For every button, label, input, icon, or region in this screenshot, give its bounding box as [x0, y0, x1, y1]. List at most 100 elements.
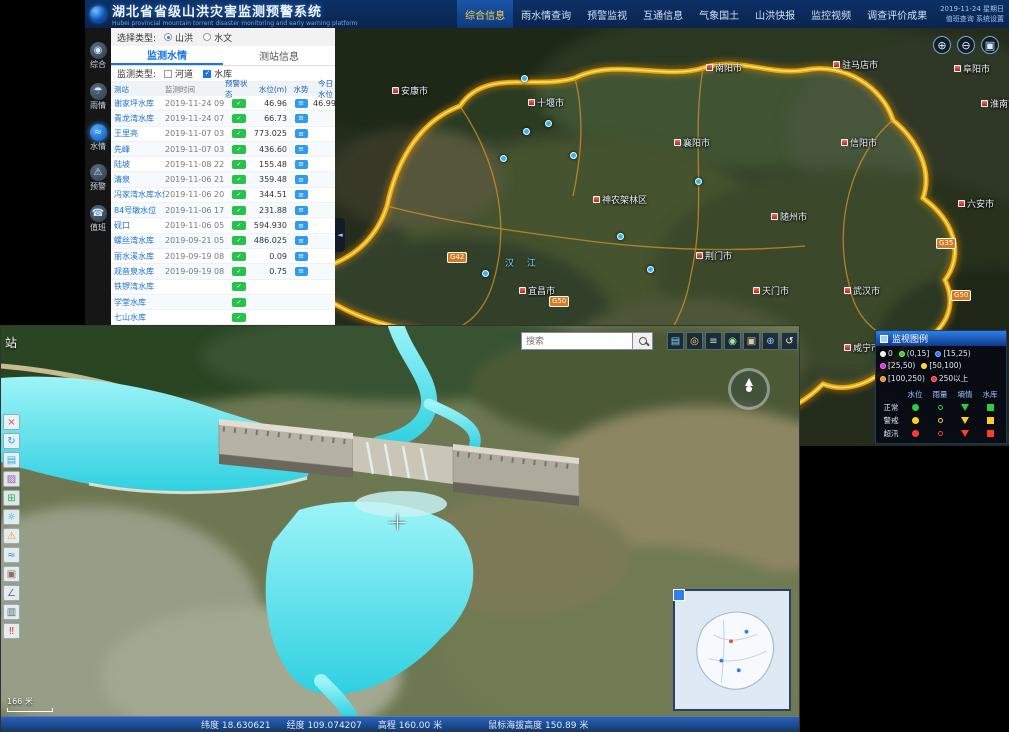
station-name[interactable]: 砚口	[111, 220, 165, 231]
zoom-out-button[interactable]: ⊖	[957, 36, 975, 54]
layers-tool[interactable]: ▤	[3, 452, 20, 468]
panel-tab-0[interactable]: 监测水情	[111, 46, 223, 65]
trend-icon: ≡	[295, 236, 308, 245]
trend-cell: ≡	[289, 221, 313, 230]
grid-tool[interactable]: ⊞	[3, 490, 20, 506]
table-row[interactable]: 砚口2019-11-06 05✓594.930≡	[111, 218, 335, 233]
status-ok-badge: ✓	[232, 145, 246, 154]
table-row[interactable]: 学堂水库✓	[111, 295, 335, 310]
nav-item-6[interactable]: 监控视频	[803, 0, 859, 28]
type-check-0[interactable]: 河道	[164, 67, 193, 80]
warning-tool[interactable]: ⚠	[3, 528, 20, 544]
image-tool[interactable]: ▣	[743, 332, 760, 350]
station-name[interactable]: 先峰	[111, 144, 165, 155]
search-button[interactable]: ⊕	[933, 36, 951, 54]
rotate-tool[interactable]: ↻	[3, 433, 20, 449]
nav-item-1[interactable]: 雨水情查询	[513, 0, 579, 28]
station-name[interactable]: 王里亮	[111, 128, 165, 139]
table-row[interactable]: 先峰2019-11-07 03✓436.60≡	[111, 142, 335, 157]
city-name: 神农架林区	[602, 193, 647, 206]
search-button[interactable]	[633, 332, 653, 350]
station-name[interactable]: 观音泉水库	[111, 266, 165, 277]
globe-tool[interactable]: ⊕	[762, 332, 779, 350]
legend-scale-item-3: [25,50)	[880, 361, 915, 370]
station-name[interactable]: 冯家湾水库水位	[111, 189, 165, 200]
nav-item-4[interactable]: 气象国土	[691, 0, 747, 28]
extent-button[interactable]: ▣	[981, 36, 999, 54]
table-row[interactable]: 螺丝湾水库2019-09-21 05✓486.025≡	[111, 234, 335, 249]
sky-tool[interactable]: ☼	[3, 509, 20, 525]
table-row[interactable]: 84号墩水位2019-11-06 17✓231.88≡	[111, 203, 335, 218]
table-row[interactable]: 七山水库✓	[111, 310, 335, 325]
city-marker-icon	[519, 287, 526, 294]
inset-toggle-button[interactable]	[673, 589, 685, 601]
view-tool[interactable]: ◉	[724, 332, 741, 350]
station-marker[interactable]	[500, 155, 507, 162]
nav-item-5[interactable]: 山洪快报	[747, 0, 803, 28]
filter-radio-0[interactable]: 山洪	[164, 31, 193, 44]
station-name[interactable]: 螺丝湾水库	[111, 235, 165, 246]
filter-radios: 山洪水文	[164, 31, 232, 44]
sidebar-item-1[interactable]: ☂雨情	[90, 83, 107, 111]
station-name[interactable]: 铁锣湾水库	[111, 281, 165, 292]
station-name[interactable]: 学堂水库	[111, 297, 165, 308]
station-marker[interactable]	[647, 266, 654, 273]
sidebar-item-0[interactable]: ◉综合	[90, 42, 107, 70]
monitor-time: 2019-11-06 21	[165, 175, 225, 184]
station-marker[interactable]	[617, 233, 624, 240]
station-name[interactable]: 陆坡	[111, 159, 165, 170]
water-tool[interactable]: ≈	[3, 547, 20, 563]
locate-tool[interactable]: ◎	[686, 332, 703, 350]
station-marker[interactable]	[523, 128, 530, 135]
city-marker-icon	[844, 344, 851, 351]
alert-tool[interactable]: ‼	[3, 623, 20, 639]
radio-label: 山洪	[175, 31, 193, 44]
city-label-11: 荆门市	[696, 249, 732, 262]
station-marker[interactable]	[545, 120, 552, 127]
sidebar-item-2[interactable]: ≈水情	[90, 124, 107, 152]
table-row[interactable]: 铁锣湾水库✓	[111, 280, 335, 295]
sidebar-item-3[interactable]: ⚠预警	[90, 164, 107, 192]
station-name[interactable]: 七山水库	[111, 312, 165, 323]
station-name[interactable]: 84号墩水位	[111, 205, 165, 216]
legend-col-2: 墒情	[958, 389, 973, 400]
report-tool[interactable]: ▥	[3, 604, 20, 620]
nav-item-2[interactable]: 预警监视	[579, 0, 635, 28]
table-row[interactable]: 清泉2019-11-06 21✓359.48≡	[111, 172, 335, 187]
table-row[interactable]: 陆坡2019-11-08 22✓155.48≡	[111, 157, 335, 172]
model-tool[interactable]: ▣	[3, 566, 20, 582]
nav-item-7[interactable]: 调查评价成果	[859, 0, 935, 28]
panel-collapse-handle[interactable]: ◄	[335, 218, 345, 252]
station-marker[interactable]	[521, 75, 528, 82]
station-name[interactable]: 谢家坪水库	[111, 98, 165, 109]
nav-item-0[interactable]: 综合信息	[457, 0, 513, 28]
table-row[interactable]: 谢家坪水库2019-11-24 09✓46.96≡46.99	[111, 96, 335, 111]
basemap-tool[interactable]: ▨	[3, 471, 20, 487]
close-tool[interactable]: ×	[3, 414, 20, 430]
table-row[interactable]: 王里亮2019-11-07 03✓773.025≡	[111, 127, 335, 142]
station-marker[interactable]	[482, 270, 489, 277]
title-wrap: 湖北省省级山洪灾害监测预警系统 Hubei provincial mountai…	[112, 1, 358, 27]
back-tool[interactable]: ↺	[781, 332, 798, 350]
inset-map[interactable]	[673, 589, 791, 711]
station-name[interactable]: 青龙湾水库	[111, 113, 165, 124]
sidebar-item-4[interactable]: ☎值班	[90, 205, 107, 233]
measure-tool[interactable]: ∠	[3, 585, 20, 601]
table-row[interactable]: 青龙湾水库2019-11-24 07✓66.73≡	[111, 111, 335, 126]
table-row[interactable]: 丽水溪水库2019-09-19 08✓0.09≡	[111, 249, 335, 264]
chart-tool[interactable]: ▤	[667, 332, 684, 350]
panel-tab-1[interactable]: 测站信息	[223, 46, 335, 65]
status-cell: ✓	[225, 206, 253, 215]
type-checks: 河道水库	[164, 67, 232, 80]
table-row[interactable]: 观音泉水库2019-09-19 08✓0.75≡	[111, 264, 335, 279]
list-tool[interactable]: ≡	[705, 332, 722, 350]
filter-radio-1[interactable]: 水文	[203, 31, 232, 44]
station-name[interactable]: 丽水溪水库	[111, 251, 165, 262]
compass-control[interactable]	[728, 368, 770, 410]
station-marker[interactable]	[570, 152, 577, 159]
station-marker[interactable]	[695, 178, 702, 185]
search-input[interactable]	[521, 332, 633, 350]
table-row[interactable]: 冯家湾水库水位2019-11-06 20✓344.51≡	[111, 188, 335, 203]
station-name[interactable]: 清泉	[111, 174, 165, 185]
nav-item-3[interactable]: 互通信息	[635, 0, 691, 28]
